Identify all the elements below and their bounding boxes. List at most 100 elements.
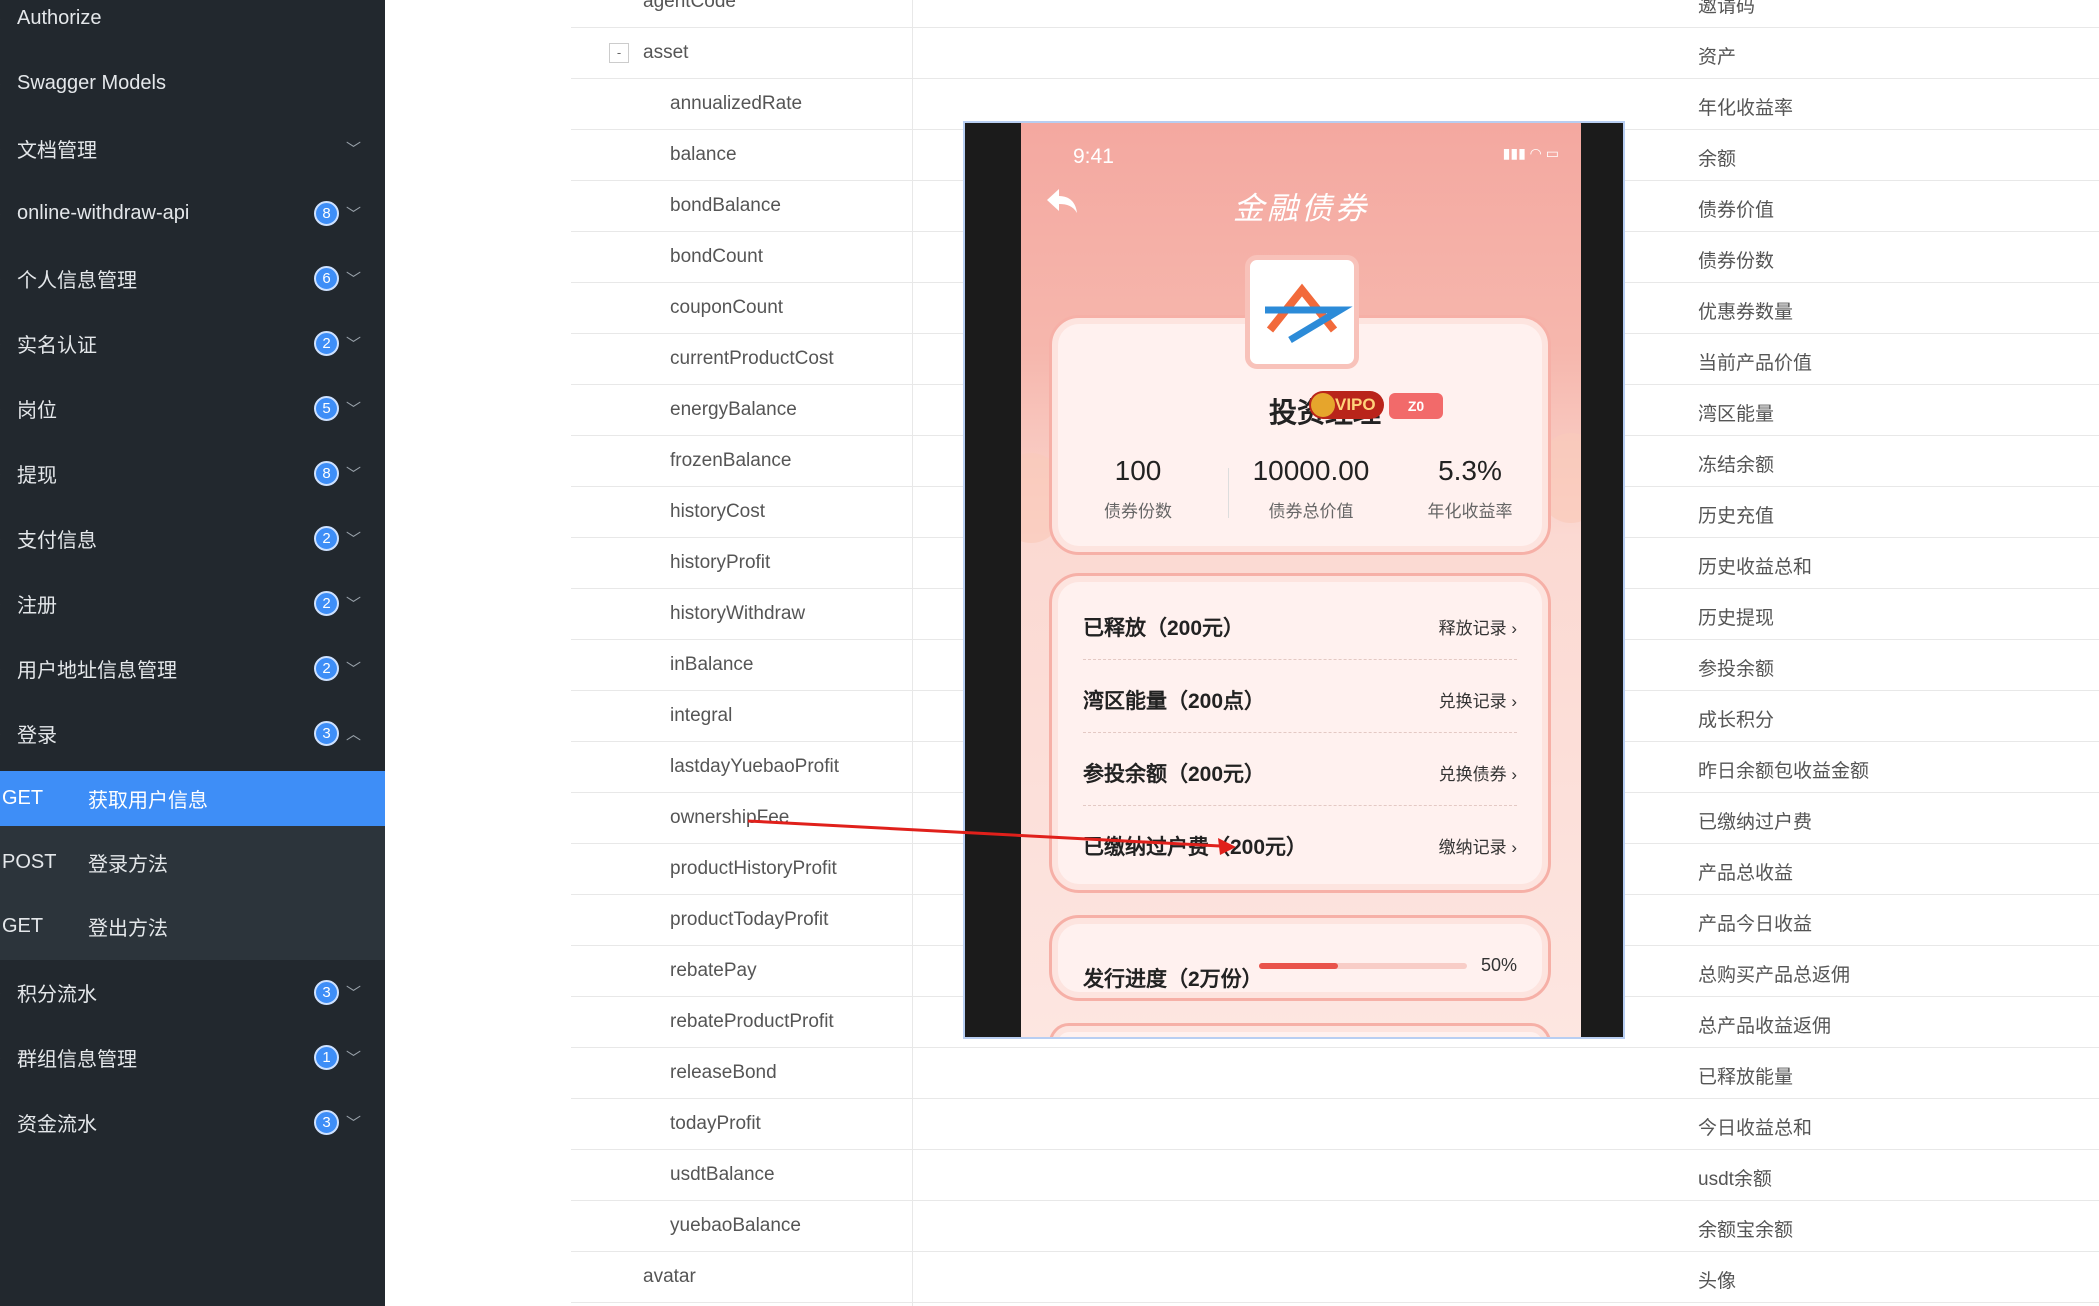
field-name: inBalance [670,654,754,675]
collapse-toggle[interactable]: - [609,43,629,63]
sidebar-item[interactable]: › online-withdraw-api 8 ﹀ [0,181,385,245]
field-name: balance [670,144,737,165]
http-method: GET [2,915,44,937]
field-description: 余额 [1698,149,1737,170]
vip-badge: VIPO [1309,391,1384,419]
chevron-down-icon[interactable]: ﹀ [346,1047,361,1068]
chevron-down-icon[interactable]: ﹀ [346,1112,361,1133]
sidebar-item[interactable]: › 注册 2 ﹀ [0,571,385,635]
status-icons: ▮▮▮ ◠ ▭ [1502,145,1559,161]
sidebar-item[interactable]: › Authorize [0,0,385,50]
count-badge: 5 [314,395,339,421]
balance-line-label: 参投余额（200元） [1083,763,1266,786]
field-description: 债券份数 [1698,251,1775,272]
count-badge: 6 [314,265,339,291]
caret-icon: › [0,205,1,221]
chevron-down-icon[interactable]: ﹀ [346,982,361,1003]
sidebar-item[interactable]: › 提现 8 ﹀ [0,441,385,505]
endpoint-label: 登出方法 [88,918,168,940]
caret-icon: › [0,725,1,741]
sidebar-item[interactable]: › 支付信息 2 ﹀ [0,506,385,570]
field-name: bondCount [670,246,763,267]
count-badge: 3 [314,1109,339,1135]
sidebar-item-label: 用户地址信息管理 [17,659,177,682]
endpoint-label: 获取用户信息 [88,790,208,812]
record-link[interactable]: 缴纳记录 › [1439,833,1517,858]
field-name: releaseBond [670,1062,777,1083]
balance-line[interactable]: 参投余额（200元） 兑换债券 › [1083,732,1517,806]
progress-fill [1259,963,1339,969]
chevron-up-icon[interactable]: ︿ [346,723,361,744]
field-name: annualizedRate [670,93,803,114]
sidebar-item[interactable]: › Swagger Models [0,51,385,115]
count-badge: 3 [314,720,339,746]
field-description: 资产 [1698,47,1737,68]
field-description: 成长积分 [1698,710,1775,731]
progress-bar [1259,963,1467,969]
phone-screen: 9:41 ▮▮▮ ◠ ▭ 金融债券 投资经理 VIPO Z0 100 债券份数 … [1021,123,1581,1037]
field-description: 余额宝余额 [1698,1220,1794,1241]
field-description: 总购买产品总返佣 [1698,965,1851,986]
table-row: - asset 资产 [571,28,2099,79]
endpoint-item[interactable]: POST 登录方法 [0,835,385,890]
field-description: usdt余额 [1698,1169,1772,1190]
field-name: ownershipFee [670,807,790,828]
field-name: todayProfit [670,1113,761,1134]
next-card [1049,1023,1551,1037]
balance-line[interactable]: 湾区能量（200点） 兑换记录 › [1083,659,1517,733]
table-row: agentCode 邀请码 [571,0,2099,28]
field-description: 已释放能量 [1698,1067,1794,1088]
field-description: 参投余额 [1698,659,1775,680]
sidebar-item[interactable]: › 实名认证 2 ﹀ [0,311,385,375]
sidebar-item[interactable]: › 岗位 5 ﹀ [0,376,385,440]
chevron-down-icon[interactable]: ﹀ [346,658,361,679]
sidebar-item[interactable]: › 用户地址信息管理 2 ﹀ [0,636,385,700]
sidebar-item[interactable]: › 文档管理 ﹀ [0,116,385,180]
phone-preview: 9:41 ▮▮▮ ◠ ▭ 金融债券 投资经理 VIPO Z0 100 债券份数 … [963,121,1625,1039]
sidebar-item[interactable]: › 登录 3 ︿ [0,701,385,765]
endpoint-item[interactable]: GET 登出方法 [0,899,385,954]
balance-line[interactable]: 已缴纳过户费（200元） 缴纳记录 › [1083,805,1517,879]
sidebar-item-label: 实名认证 [17,334,97,357]
field-name: rebateProductProfit [670,1011,834,1032]
field-description: 今日收益总和 [1698,1118,1813,1139]
caret-icon: › [0,595,1,611]
caret-icon: › [0,335,1,351]
sidebar-item[interactable]: › 资金流水 3 ﹀ [0,1090,385,1154]
count-badge: 1 [314,1044,339,1070]
field-description: 已缴纳过户费 [1698,812,1813,833]
chevron-down-icon[interactable]: ﹀ [346,333,361,354]
sidebar-item-label: online-withdraw-api [17,201,190,224]
field-description: 历史提现 [1698,608,1775,629]
sidebar-item-label: 积分流水 [17,983,97,1006]
record-link[interactable]: 释放记录 › [1439,614,1517,639]
caret-icon: › [0,1049,1,1065]
caret-icon: › [0,660,1,676]
chevron-down-icon[interactable]: ﹀ [346,528,361,549]
sidebar-item-label: Swagger Models [17,71,166,94]
field-name: yuebaoBalance [670,1215,801,1236]
chevron-down-icon[interactable]: ﹀ [346,138,361,159]
table-row: usdtBalance usdt余额 [571,1150,2099,1201]
chevron-down-icon[interactable]: ﹀ [346,268,361,289]
count-badge: 2 [314,330,339,356]
chevron-down-icon[interactable]: ﹀ [346,203,361,224]
endpoint-item[interactable]: GET 获取用户信息 [0,771,385,826]
sidebar-item[interactable]: › 积分流水 3 ﹀ [0,960,385,1024]
caret-icon: › [0,140,1,156]
field-name: lastdayYuebaoProfit [670,756,840,777]
count-badge: 2 [314,590,339,616]
field-description: 优惠券数量 [1698,302,1794,323]
chevron-down-icon[interactable]: ﹀ [346,398,361,419]
sidebar-item-label: 群组信息管理 [17,1048,137,1071]
endpoint-label: 登录方法 [88,854,168,876]
chevron-down-icon[interactable]: ﹀ [346,593,361,614]
balance-line[interactable]: 已释放（200元） 释放记录 › [1083,586,1517,660]
status-time: 9:41 [1073,145,1114,168]
chevron-down-icon[interactable]: ﹀ [346,463,361,484]
sidebar-item[interactable]: › 群组信息管理 1 ﹀ [0,1025,385,1089]
sidebar-item[interactable]: › 个人信息管理 6 ﹀ [0,246,385,310]
sidebar-item-label: 登录 [17,724,57,747]
record-link[interactable]: 兑换记录 › [1439,687,1517,712]
record-link[interactable]: 兑换债券 › [1439,760,1517,785]
